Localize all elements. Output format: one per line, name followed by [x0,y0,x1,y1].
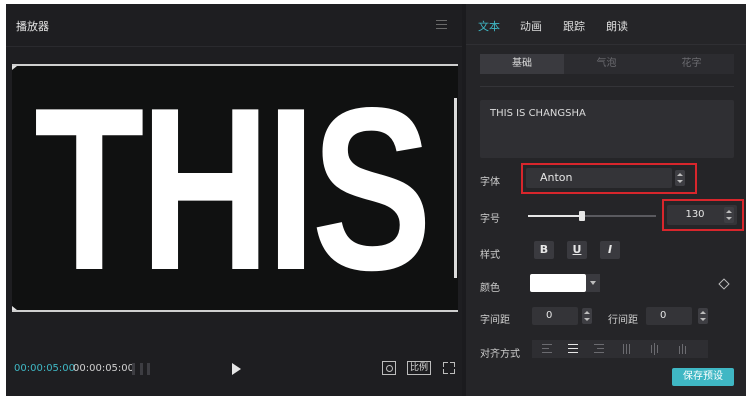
divider [480,86,734,87]
save-preset-button[interactable]: 保存预设 [672,368,734,386]
waveform-icon [132,363,150,375]
font-label: 字体 [480,177,500,188]
chevron-down-icon[interactable] [586,274,600,292]
size-label: 字号 [480,214,500,225]
current-time: 00:00:05:00 [14,363,76,374]
text-properties-panel: 文本 动画 跟踪 朗读 基础 气泡 花字 THIS IS CHANGSHA 字体… [466,4,746,396]
vertical-align-top-icon[interactable] [616,340,638,358]
subtab-group: 基础 气泡 花字 [480,54,734,74]
slider-fill [528,215,582,217]
align-label: 对齐方式 [480,349,520,360]
play-icon[interactable] [232,363,241,375]
color-label: 颜色 [480,283,500,294]
marker-icon [12,66,17,70]
line-spacing-stepper-icon[interactable] [698,308,708,324]
divider [466,44,746,45]
zoom-icon[interactable] [382,361,396,375]
letter-spacing-stepper-icon[interactable] [582,308,592,324]
text-cursor [454,98,457,278]
align-center-icon[interactable] [562,340,584,358]
divider [6,46,462,47]
bold-button[interactable]: B [534,241,554,259]
letter-spacing-input[interactable]: 0 [532,307,578,325]
vertical-align-bottom-icon[interactable] [672,340,694,358]
align-right-icon[interactable] [588,340,610,358]
tab-tracking[interactable]: 跟踪 [563,18,585,34]
tab-read-aloud[interactable]: 朗读 [606,18,628,34]
color-swatch[interactable] [530,274,586,292]
keyframe-icon[interactable] [718,278,730,290]
slider-thumb[interactable] [578,211,585,221]
player-title: 播放器 [16,20,49,33]
player-panel: 播放器 THIS 00:00:05:00 00:00:05:00 比例 [6,4,462,396]
style-label: 样式 [480,250,500,261]
tab-text[interactable]: 文本 [478,18,500,34]
total-time: 00:00:05:00 [73,363,135,374]
ratio-button[interactable]: 比例 [407,361,431,375]
subtab-basic[interactable]: 基础 [480,54,564,74]
line-spacing-input[interactable]: 0 [646,307,692,325]
underline-button[interactable]: U [567,241,587,259]
size-slider[interactable] [528,211,656,221]
highlight-box [662,199,744,231]
align-group [532,340,708,358]
align-left-icon[interactable] [536,340,558,358]
preview-text[interactable]: THIS [34,74,432,306]
editor-window: 播放器 THIS 00:00:05:00 00:00:05:00 比例 文本 动… [6,4,746,396]
letter-spacing-label: 字间距 [480,315,510,326]
tab-animation[interactable]: 动画 [520,18,542,34]
fullscreen-icon[interactable] [443,362,455,374]
subtab-fancy-text[interactable]: 花字 [649,54,734,74]
marker-icon [12,306,17,310]
highlight-box [521,163,697,194]
italic-button[interactable]: I [600,241,620,259]
menu-icon[interactable] [436,20,447,32]
vertical-align-center-icon[interactable] [644,340,666,358]
line-spacing-label: 行间距 [608,315,638,326]
text-content-input[interactable]: THIS IS CHANGSHA [480,100,734,158]
preview-canvas[interactable]: THIS [12,64,458,312]
subtab-bubble[interactable]: 气泡 [564,54,649,74]
